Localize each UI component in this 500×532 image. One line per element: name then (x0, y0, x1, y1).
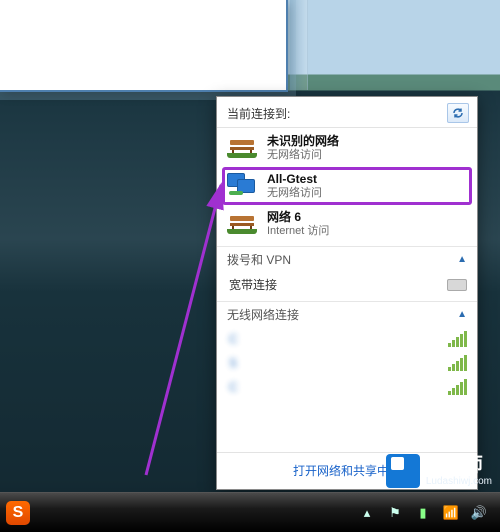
signal-strength-icon (448, 355, 467, 371)
network-item-network6[interactable]: 网络 6 Internet 访问 (217, 206, 477, 242)
broadband-label: 宽带连接 (229, 276, 277, 293)
taskbar: S ▴ ⚑ ▮ 📶 🔊 (0, 492, 500, 532)
open-network-center-link[interactable]: 打开网络和共享中心 (293, 464, 401, 478)
network-name: 网络 6 (267, 210, 467, 225)
network-name: 未识别的网络 (267, 134, 467, 149)
chevron-up-icon: ▲ (457, 309, 467, 320)
wifi-ssid: S (229, 356, 238, 370)
signal-strength-icon (448, 331, 467, 347)
system-tray: ▴ ⚑ ▮ 📶 🔊 (358, 504, 494, 522)
section-label: 无线网络连接 (227, 306, 299, 323)
flyout-title: 当前连接到: (227, 105, 290, 122)
bench-icon (225, 209, 259, 239)
wifi-network-item[interactable]: S (217, 351, 477, 375)
action-center-icon[interactable]: ⚑ (386, 504, 404, 522)
background-app-window (0, 0, 286, 90)
watermark-logo: 鹿大师 Ludashiwj.com (386, 454, 492, 488)
network-status: 无网络访问 (267, 149, 467, 163)
wifi-ssid: C (229, 332, 238, 346)
computer-network-icon (225, 171, 259, 201)
ime-sogou-button[interactable]: S (6, 501, 30, 525)
tray-up-icon[interactable]: ▴ (358, 504, 376, 522)
section-wireless[interactable]: 无线网络连接 ▲ (217, 301, 477, 327)
flyout-header: 当前连接到: (217, 97, 477, 128)
aero-glass-edge (290, 0, 308, 90)
volume-icon[interactable]: 🔊 (470, 504, 488, 522)
wifi-ssid: C (229, 380, 238, 394)
broadband-connection-item[interactable]: 宽带连接 (217, 272, 477, 297)
ime-label: S (13, 504, 24, 522)
chevron-up-icon: ▲ (457, 254, 467, 265)
network-tray-icon[interactable]: 📶 (442, 504, 460, 522)
bench-icon (225, 133, 259, 163)
refresh-button[interactable] (447, 103, 469, 123)
refresh-icon (452, 107, 464, 119)
wifi-network-item[interactable]: C (217, 375, 477, 399)
watermark-url: Ludashiwj.com (426, 477, 492, 487)
signal-strength-icon (448, 379, 467, 395)
network-status: 无网络访问 (267, 187, 467, 201)
wifi-network-item[interactable]: C (217, 327, 477, 351)
watermark-brand: 鹿大师 (426, 456, 492, 475)
network-status: Internet 访问 (267, 225, 467, 239)
section-dial-vpn[interactable]: 拨号和 VPN ▲ (217, 246, 477, 272)
deer-badge-icon (386, 454, 420, 488)
modem-icon (447, 279, 467, 291)
network-flyout-panel: 当前连接到: 未识别的网络 无网络访问 All-Gtest 无网络访问 (216, 96, 478, 490)
network-name: All-Gtest (267, 172, 467, 187)
network-item-unidentified[interactable]: 未识别的网络 无网络访问 (217, 130, 477, 166)
battery-icon[interactable]: ▮ (414, 504, 432, 522)
flyout-scroll-area: 未识别的网络 无网络访问 All-Gtest 无网络访问 网络 6 Intern… (217, 128, 477, 452)
network-item-allgtest[interactable]: All-Gtest 无网络访问 (223, 168, 471, 204)
section-label: 拨号和 VPN (227, 251, 291, 268)
